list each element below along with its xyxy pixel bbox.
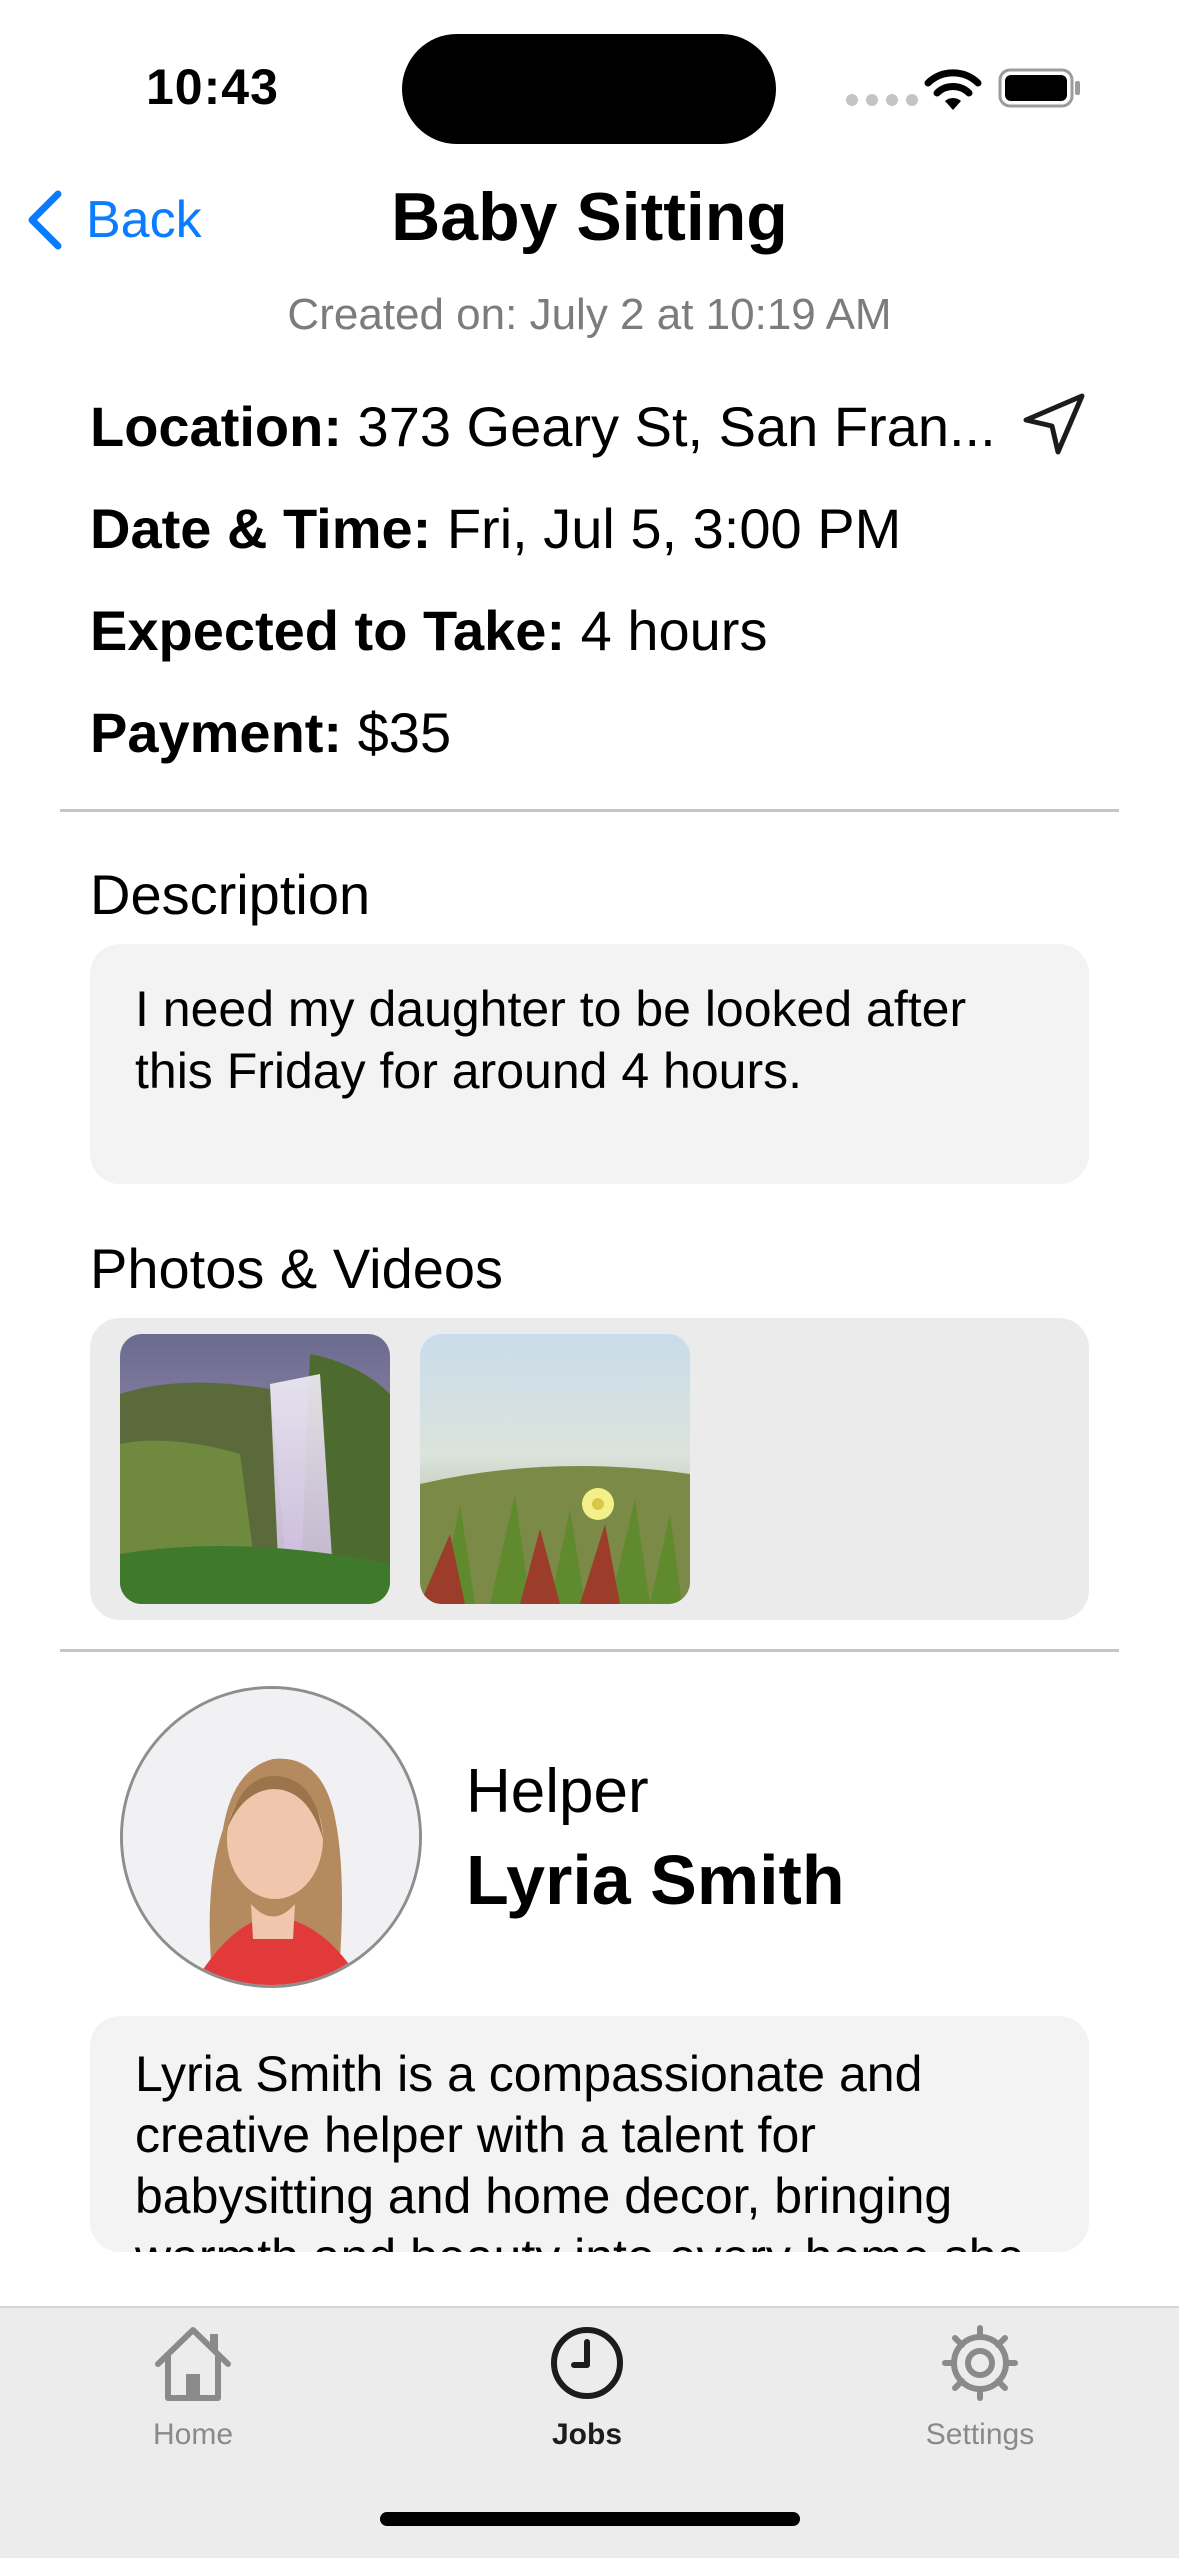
clock-icon (551, 2327, 623, 2399)
duration-label: Expected to Take: (90, 599, 566, 662)
wifi-icon (924, 69, 982, 110)
house-icon (155, 2327, 231, 2401)
dynamic-island (402, 34, 776, 144)
gear-icon (942, 2325, 1018, 2401)
description-title: Description (90, 863, 371, 926)
location-row: Location: 373 Geary St, San Fran... (90, 394, 996, 459)
datetime-row: Date & Time: Fri, Jul 5, 3:00 PM (90, 496, 901, 561)
location-value: 373 Geary St, San Fran... (357, 395, 996, 458)
helper-bio-box: Lyria Smith is a compassionate and creat… (90, 2016, 1089, 2252)
helper-avatar[interactable] (120, 1686, 422, 1988)
tab-home-label: Home (152, 2418, 234, 2451)
location-label: Location: (90, 395, 342, 458)
datetime-value: Fri, Jul 5, 3:00 PM (446, 497, 902, 560)
tab-jobs[interactable]: Jobs (467, 2320, 707, 2452)
helper-bio: Lyria Smith is a compassionate and creat… (135, 2046, 1024, 2252)
payment-label: Payment: (90, 701, 343, 764)
tab-settings[interactable]: Settings (860, 2320, 1100, 2452)
tab-jobs-label: Jobs (551, 2418, 623, 2451)
divider (60, 1649, 1119, 1652)
navigation-arrow-icon[interactable] (1020, 390, 1088, 458)
created-date: Created on: July 2 at 10:19 AM (287, 290, 892, 339)
battery-icon (998, 68, 1080, 108)
payment-row: Payment: $35 (90, 700, 451, 765)
home-indicator (380, 2512, 800, 2526)
helper-label: Helper (466, 1757, 649, 1826)
divider (60, 809, 1119, 812)
page-title: Baby Sitting (391, 179, 788, 255)
status-time: 10:43 (146, 59, 279, 115)
duration-value: 4 hours (580, 599, 768, 662)
tab-home[interactable]: Home (73, 2320, 313, 2452)
tab-settings-label: Settings (925, 2418, 1035, 2451)
payment-value: $35 (357, 701, 452, 764)
waterfall-photo[interactable] (120, 1334, 390, 1604)
datetime-label: Date & Time: (90, 497, 432, 560)
description-text: I need my daughter to be looked after th… (135, 981, 967, 1099)
cellular-signal-icon (846, 94, 918, 106)
media-title: Photos & Videos (90, 1237, 504, 1300)
duration-row: Expected to Take: 4 hours (90, 598, 767, 663)
helper-name: Lyria Smith (466, 1841, 845, 1919)
flower-photo[interactable] (420, 1334, 690, 1604)
